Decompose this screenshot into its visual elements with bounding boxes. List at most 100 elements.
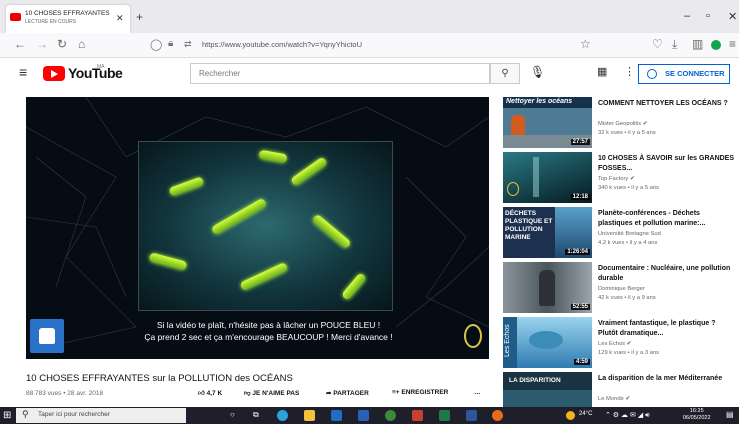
edge-icon[interactable] [277,410,288,421]
clock-time: 16:25 [689,408,704,414]
like-button[interactable]: 👍︎ 4,7 K [198,389,222,397]
recommended-title[interactable]: COMMENT NETTOYER LES OCÉANS ? [598,99,736,109]
caption-line-2: Ça prend 2 sec et ça m'encourage BEAUCOU… [144,332,393,342]
new-tab-button[interactable]: + [136,10,143,24]
video-thumbnail[interactable]: LA DISPARITION [503,372,592,407]
video-thumbnail[interactable]: Les Echos 4:59 [503,317,592,368]
download-icon[interactable]: ⤓ [672,37,677,52]
store-icon[interactable] [331,410,342,421]
video-metadata: 88 783 vues • 28 avr. 2018 [26,390,104,397]
sign-in-label: SE CONNECTER [665,69,725,78]
video-stats: 4,2 k vues • il y a 4 ans [598,240,658,246]
share-button[interactable]: ➦ PARTAGER [326,389,369,397]
settings-more-icon[interactable]: ⋮ [624,65,635,78]
channel-name[interactable]: Top Factory ✔ [598,176,635,182]
hamburger-menu-icon[interactable]: ≡ [19,64,27,80]
youtube-logo-icon[interactable] [43,66,65,81]
channel-name[interactable]: Le Monde ✔ [598,396,630,402]
search-button[interactable]: ⚲ [490,63,520,84]
search-input[interactable]: Rechercher [190,63,490,84]
bacteria-image [138,141,393,311]
video-thumbnail[interactable]: 52:55 [503,262,592,313]
dislike-button[interactable]: 👎︎ JE N'AIME PAS [244,389,299,397]
recommended-video[interactable]: Les Echos 4:59 Vraiment fantastique, le … [503,317,739,368]
recommended-video[interactable]: Nettoyer les océans 27:57 COMMENT NETTOY… [503,97,739,148]
tab-title: 10 CHOSES EFFRAYANTES sur l... [25,10,111,17]
bookmark-star-icon[interactable]: ☆ [580,37,591,51]
address-bar[interactable]: ◯ 🔒︎ ⇄ https://www.youtube.com/watch?v=Y… [150,36,600,55]
permissions-icon: ⇄ [184,39,192,49]
channel-name[interactable]: Université Bretagne Sud [598,231,661,237]
youtube-logo-text[interactable]: YouTube [68,65,123,81]
recommended-video[interactable]: 12:18 10 CHOSES À SAVOIR sur les GRANDES… [503,152,739,203]
recommended-title[interactable]: Documentaire : Nucléaire, une pollution … [598,264,736,284]
firefox-icon[interactable] [492,410,503,421]
medal-logo-icon [464,324,482,348]
video-player[interactable]: Si la vidéo te plaît, n'hésite pas à lâc… [26,97,489,359]
shield-icon: ◯ [150,39,163,51]
caption-line-1: Si la vidéo te plaît, n'hésite pas à lâc… [156,320,381,330]
video-thumbnail[interactable]: Nettoyer les océans 27:57 [503,97,592,148]
recommended-title[interactable]: Vraiment fantastique, le plastique ? Plu… [598,319,736,339]
search-icon: ⚲ [501,68,509,79]
video-stats: 340 k vues • il y a 5 ans [598,185,659,191]
clock-date: 06/05/2022 [683,415,711,421]
home-icon[interactable]: ⌂ [78,37,85,51]
system-tray-icons[interactable]: ⌃ ⚙ ☁ ✉ ◢ 🔊︎ [605,411,650,420]
file-explorer-icon[interactable] [304,410,315,421]
pocket-icon[interactable]: ♡ [652,37,663,51]
word-icon[interactable] [466,410,477,421]
like-icon: 👍︎ [198,390,207,397]
mail-icon[interactable] [358,410,369,421]
forward-icon[interactable]: → [36,37,48,51]
clock[interactable]: 16:25 06/05/2022 [683,408,711,422]
windows-taskbar: ⊞ ⚲ Taper ici pour rechercher ○ ⧉ 24°C ⌃… [0,407,739,424]
channel-name[interactable]: Dominique Berger [598,286,645,292]
temperature[interactable]: 24°C [579,411,592,417]
excel-icon[interactable] [439,410,450,421]
library-icon[interactable]: ▥ [692,37,703,51]
video-thumbnail[interactable]: DÉCHETS PLASTIQUE ET POLLUTION MARINE 1:… [503,207,592,258]
notifications-icon[interactable]: ▤ [726,410,734,419]
recommended-video[interactable]: 52:55 Documentaire : Nucléaire, une poll… [503,262,739,313]
youtube-header: ≡ YouTube MA Rechercher ⚲ 🎙︎ ▦ ⋮ SE CONN… [0,58,739,89]
windows-start-icon[interactable]: ⊞ [3,410,11,421]
sign-in-button[interactable]: SE CONNECTER [638,64,730,84]
url-text: https://www.youtube.com/watch?v=YqnyYhic… [202,40,363,49]
save-button[interactable]: ≡+ ENREGISTRER [392,389,448,396]
maximize-button[interactable]: ▫ [706,10,710,22]
save-icon: ≡+ [392,389,402,396]
close-window-button[interactable]: ✕ [728,10,737,23]
minimize-button[interactable]: – [684,10,690,22]
user-avatar-icon [647,69,657,79]
recommended-title[interactable]: La disparition de la mer Méditerranée [598,374,736,384]
powerpoint-icon[interactable] [412,410,423,421]
chrome-icon[interactable] [385,410,396,421]
browser-tab[interactable]: 10 CHOSES EFFRAYANTES sur l... LECTURE E… [6,5,130,33]
search-placeholder: Rechercher [199,69,241,78]
more-actions-button[interactable]: … [474,389,481,396]
weather-icon[interactable] [566,411,575,420]
channel-name[interactable]: Mister Geopolitix ✔ [598,121,648,127]
recommended-title[interactable]: Planète-conférences - Déchets plastiques… [598,209,736,229]
youtube-favicon-icon [10,13,21,21]
video-thumbnail[interactable]: 12:18 [503,152,592,203]
apps-grid-icon[interactable]: ▦ [597,65,607,78]
microphone-icon[interactable]: 🎙︎ [530,65,545,79]
back-icon[interactable]: ← [14,37,26,51]
task-view-icon[interactable]: ⧉ [253,410,259,420]
taskbar-search-input[interactable]: ⚲ Taper ici pour rechercher [16,408,186,423]
search-icon: ⚲ [22,409,29,419]
recommended-video[interactable]: LA DISPARITION La disparition de la mer … [503,372,739,407]
recommended-video[interactable]: DÉCHETS PLASTIQUE ET POLLUTION MARINE 1:… [503,207,739,258]
extension-icon[interactable] [711,40,721,50]
menu-icon[interactable]: ≡ [729,37,736,51]
recommended-title[interactable]: 10 CHOSES À SAVOIR sur les GRANDES FOSSE… [598,154,736,174]
tab-close-icon[interactable]: ✕ [116,13,124,24]
channel-name[interactable]: Les Echos ✔ [598,341,632,347]
tab-subtitle: LECTURE EN COURS [25,19,77,25]
navigation-bar: ← → ↻ ⌂ ◯ 🔒︎ ⇄ https://www.youtube.com/w… [0,33,739,58]
reload-icon[interactable]: ↻ [57,37,67,51]
browser-tab-bar: 10 CHOSES EFFRAYANTES sur l... LECTURE E… [0,0,739,33]
cortana-icon[interactable]: ○ [230,410,235,419]
